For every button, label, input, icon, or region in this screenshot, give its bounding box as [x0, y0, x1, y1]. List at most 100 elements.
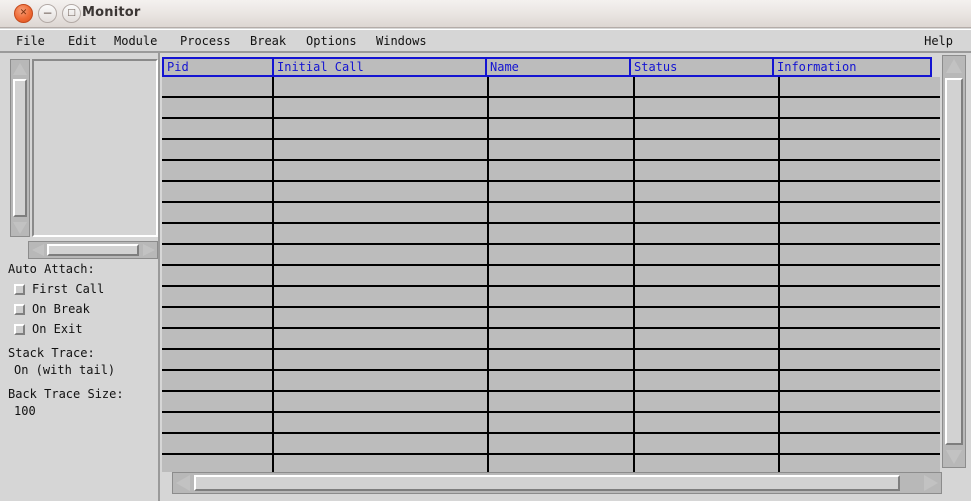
menu-item-break[interactable]: Break: [246, 34, 290, 48]
maximize-button[interactable]: □: [62, 4, 81, 23]
table-cell: [635, 224, 780, 243]
close-button[interactable]: ✕: [14, 4, 33, 23]
close-icon: ✕: [19, 8, 28, 18]
table-cell: [162, 77, 274, 96]
table-row[interactable]: [162, 245, 940, 266]
table-column-header[interactable]: Status: [629, 57, 774, 77]
menu-item-module[interactable]: Module: [110, 34, 161, 48]
table-cell: [489, 371, 635, 390]
table-row[interactable]: [162, 287, 940, 308]
table-cell: [780, 350, 940, 369]
table-cell: [780, 140, 940, 159]
scroll-down-arrow[interactable]: [11, 219, 29, 236]
checkbox-icon[interactable]: [14, 323, 25, 335]
table-scroll-right-arrow[interactable]: [921, 473, 941, 493]
table-scroll-thumb-horizontal[interactable]: [194, 475, 900, 491]
process-table: Pid Initial Call Name Status Information: [162, 57, 940, 472]
table-cell: [780, 161, 940, 180]
table-horizontal-scrollbar[interactable]: [172, 472, 942, 494]
table-row[interactable]: [162, 203, 940, 224]
table-cell: [489, 413, 635, 432]
table-column-header[interactable]: Initial Call: [272, 57, 487, 77]
table-cell: [780, 77, 940, 96]
scroll-up-arrow[interactable]: [11, 60, 29, 77]
checkbox-label: First Call: [32, 282, 105, 296]
table-row[interactable]: [162, 455, 940, 472]
table-column-header[interactable]: Pid: [162, 57, 274, 77]
table-vertical-scrollbar[interactable]: [942, 55, 966, 468]
table-row[interactable]: [162, 392, 940, 413]
table-cell: [635, 182, 780, 201]
table-row[interactable]: [162, 119, 940, 140]
table-cell: [274, 203, 489, 222]
table-cell: [635, 413, 780, 432]
table-cell: [489, 161, 635, 180]
module-list-vertical-scrollbar[interactable]: [10, 59, 30, 237]
table-cell: [274, 287, 489, 306]
table-cell: [274, 224, 489, 243]
table-scroll-down-arrow[interactable]: [943, 447, 965, 467]
table-row[interactable]: [162, 434, 940, 455]
table-cell: [274, 182, 489, 201]
table-cell: [274, 77, 489, 96]
table-cell: [162, 455, 274, 472]
checkbox-on-break[interactable]: On Break: [14, 302, 90, 316]
scroll-left-arrow[interactable]: [29, 242, 46, 258]
table-row[interactable]: [162, 350, 940, 371]
checkbox-on-exit[interactable]: On Exit: [14, 322, 83, 336]
window-title: Monitor: [82, 5, 141, 20]
table-cell: [489, 203, 635, 222]
checkbox-first-call[interactable]: First Call: [14, 282, 104, 296]
table-row[interactable]: [162, 161, 940, 182]
table-cell: [162, 350, 274, 369]
process-table-panel: Pid Initial Call Name Status Information: [162, 53, 971, 501]
scroll-right-arrow[interactable]: [140, 242, 157, 258]
menu-item-options[interactable]: Options: [302, 34, 361, 48]
table-cell: [274, 140, 489, 159]
table-row[interactable]: [162, 329, 940, 350]
table-cell: [635, 119, 780, 138]
table-scroll-up-arrow[interactable]: [943, 56, 965, 76]
menu-item-help[interactable]: Help: [920, 34, 957, 48]
auto-attach-title: Auto Attach:: [8, 262, 95, 276]
table-cell: [162, 119, 274, 138]
table-row[interactable]: [162, 140, 940, 161]
table-row[interactable]: [162, 308, 940, 329]
stack-trace-title: Stack Trace:: [8, 346, 95, 360]
table-scroll-thumb-vertical[interactable]: [945, 78, 963, 445]
monitor-window: ✕ − □ Monitor File Edit Module Process B…: [0, 0, 971, 501]
menu-item-process[interactable]: Process: [176, 34, 235, 48]
table-cell: [635, 266, 780, 285]
scroll-thumb-vertical[interactable]: [13, 79, 27, 217]
checkbox-icon[interactable]: [14, 303, 25, 315]
back-trace-size-value: 100: [14, 404, 36, 418]
table-row[interactable]: [162, 98, 940, 119]
table-row[interactable]: [162, 224, 940, 245]
menu-item-edit[interactable]: Edit: [64, 34, 101, 48]
table-cell: [162, 140, 274, 159]
table-row[interactable]: [162, 182, 940, 203]
module-list[interactable]: [32, 59, 158, 237]
table-cell: [274, 119, 489, 138]
table-row[interactable]: [162, 266, 940, 287]
table-cell: [635, 329, 780, 348]
table-row[interactable]: [162, 371, 940, 392]
table-row[interactable]: [162, 413, 940, 434]
window-titlebar: ✕ − □ Monitor: [0, 0, 971, 28]
scroll-thumb-horizontal[interactable]: [47, 244, 139, 256]
table-cell: [274, 434, 489, 453]
table-cell: [635, 434, 780, 453]
table-cell: [162, 224, 274, 243]
table-column-header[interactable]: Name: [485, 57, 631, 77]
module-list-horizontal-scrollbar[interactable]: [28, 241, 158, 259]
table-scroll-left-arrow[interactable]: [173, 473, 193, 493]
menu-item-windows[interactable]: Windows: [372, 34, 431, 48]
checkbox-label: On Break: [32, 302, 90, 316]
minimize-button[interactable]: −: [38, 4, 57, 23]
table-cell: [274, 371, 489, 390]
table-column-header[interactable]: Information: [772, 57, 932, 77]
table-cell: [162, 161, 274, 180]
checkbox-icon[interactable]: [14, 283, 25, 295]
menu-item-file[interactable]: File: [12, 34, 49, 48]
table-row[interactable]: [162, 77, 940, 98]
